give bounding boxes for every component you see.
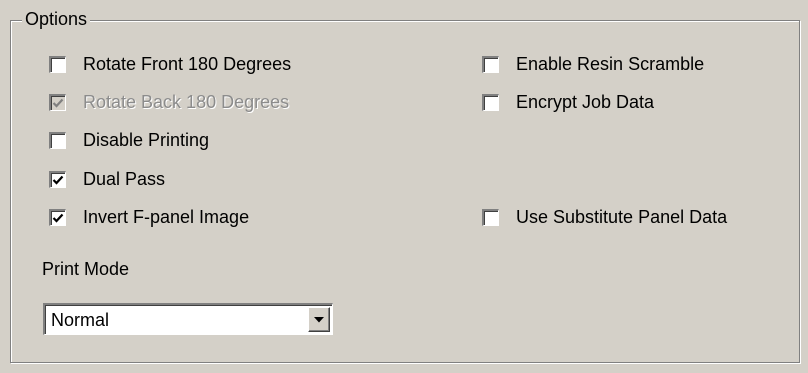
invert-fpanel-label: Invert F-panel Image	[83, 206, 250, 227]
invert-fpanel-checkbox[interactable]	[49, 208, 66, 226]
print-mode-value: Normal	[51, 310, 110, 330]
rotate-front-option[interactable]: Rotate Front 180 Degrees	[49, 52, 291, 76]
resin-scramble-checkbox[interactable]	[482, 55, 499, 73]
chevron-down-icon	[314, 317, 324, 323]
check-mark-icon	[52, 175, 64, 185]
rotate-back-label: Rotate Back 180 Degrees	[83, 91, 290, 112]
substitute-panel-label: Use Substitute Panel Data	[516, 206, 728, 227]
print-mode-dropdown[interactable]: Normal	[43, 303, 333, 335]
dual-pass-checkbox[interactable]	[49, 170, 66, 188]
substitute-panel-checkbox[interactable]	[482, 208, 499, 226]
encrypt-job-checkbox[interactable]	[482, 93, 499, 111]
substitute-panel-option[interactable]: Use Substitute Panel Data	[482, 205, 727, 229]
disable-printing-label: Disable Printing	[83, 129, 210, 150]
disable-printing-checkbox[interactable]	[49, 131, 66, 149]
disable-printing-option[interactable]: Disable Printing	[49, 128, 209, 152]
resin-scramble-label: Enable Resin Scramble	[516, 53, 705, 74]
check-mark-icon	[52, 213, 64, 223]
rotate-front-label: Rotate Front 180 Degrees	[83, 53, 292, 74]
encrypt-job-option[interactable]: Encrypt Job Data	[482, 90, 654, 114]
dual-pass-label: Dual Pass	[83, 168, 166, 189]
dropdown-button[interactable]	[308, 307, 330, 332]
resin-scramble-option[interactable]: Enable Resin Scramble	[482, 52, 704, 76]
dual-pass-option[interactable]: Dual Pass	[49, 167, 165, 191]
check-mark-icon	[52, 98, 64, 108]
invert-fpanel-option[interactable]: Invert F-panel Image	[49, 205, 249, 229]
rotate-back-checkbox	[49, 93, 66, 111]
encrypt-job-label: Encrypt Job Data	[516, 91, 655, 112]
rotate-front-checkbox[interactable]	[49, 55, 66, 73]
options-group-title: Options	[22, 8, 91, 30]
print-mode-label: Print Mode	[42, 259, 130, 279]
rotate-back-option: Rotate Back 180 Degrees	[49, 90, 289, 114]
